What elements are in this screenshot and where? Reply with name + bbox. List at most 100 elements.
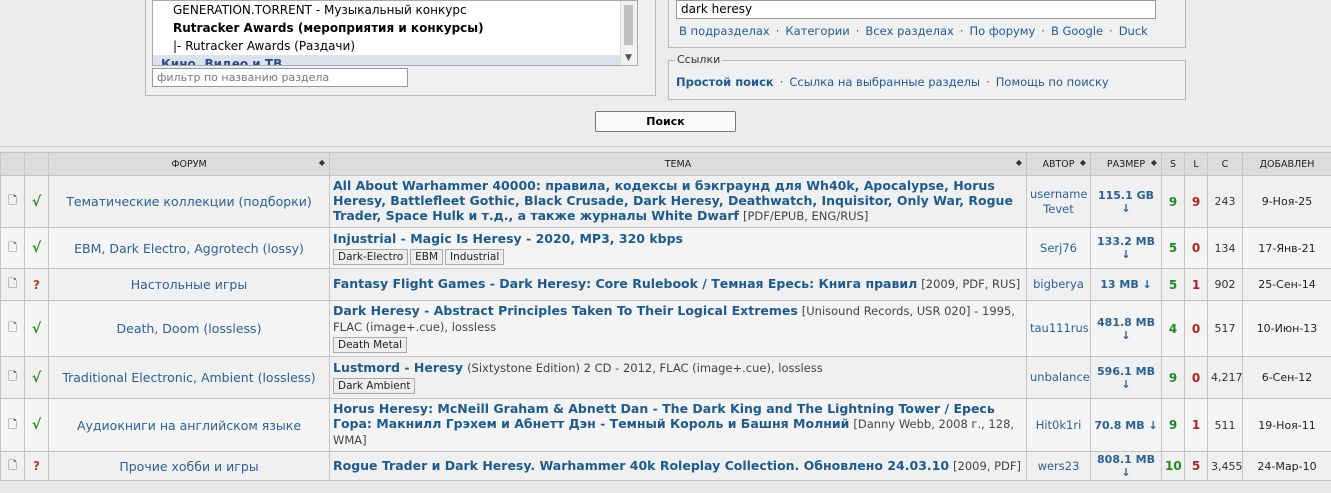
download-size-link[interactable]: 808.1 MB ↓ — [1090, 451, 1162, 481]
completed-count: 4,217 — [1207, 356, 1243, 399]
header-author[interactable]: АВТОР ◆ — [1026, 152, 1091, 176]
results-table: ФОРУМ ◆ ТЕМА ◆ АВТОР ◆ РАЗМЕР ◆ S L C ДОБАВЛ… — [0, 152, 1331, 481]
separator: · — [986, 75, 990, 89]
scroll-down-icon[interactable]: ▼ — [625, 53, 632, 63]
download-size-link[interactable]: 481.8 MB ↓ — [1090, 300, 1162, 357]
section-filter-input[interactable]: фильтр по названию раздела — [152, 68, 408, 87]
added-date: 17-Янв-21 — [1242, 227, 1331, 269]
topic-cell: Dark Heresy - Abstract Principles Taken … — [329, 300, 1027, 357]
topic-link[interactable]: Dark Heresy - Abstract Principles Taken … — [333, 303, 798, 318]
file-icon[interactable]: 🗋 — [0, 300, 25, 357]
search-panel: GENERATION.TORRENT - Музыкальный конкурс… — [0, 0, 1331, 147]
completed-count: 3,455 — [1207, 451, 1243, 481]
search-scope-link[interactable]: Категории — [785, 24, 849, 38]
topic-link[interactable]: Lustmord - Heresy — [333, 360, 463, 375]
topic-link[interactable]: Rogue Trader и Dark Heresy. Warhammer 40… — [333, 458, 949, 473]
header-completed[interactable]: C — [1207, 152, 1243, 176]
search-scope-link[interactable]: Duck — [1119, 24, 1148, 38]
seeders-count: 9 — [1161, 356, 1185, 399]
status-cell: √ — [24, 227, 49, 269]
table-row[interactable]: 🗋 √ Аудиокниги на английском языке Horus He… — [0, 398, 1331, 452]
forum-link[interactable]: Traditional Electronic, Ambient (lossles… — [48, 356, 330, 399]
topic-link[interactable]: Injustrial - Magic Is Heresy - 2020, MP3… — [333, 231, 683, 246]
scrollbar-thumb[interactable] — [624, 5, 633, 45]
header-status — [24, 152, 49, 176]
section-option[interactable]: GENERATION.TORRENT - Музыкальный конкурс — [153, 1, 637, 19]
file-icon[interactable]: 🗋 — [0, 398, 25, 452]
tag-chip[interactable]: Death Metal — [333, 337, 408, 353]
table-row[interactable]: 🗋 √ Traditional Electronic, Ambient (lossl… — [0, 356, 1331, 399]
forum-link[interactable]: Аудиокниги на английском языке — [48, 398, 330, 452]
leechers-count: 0 — [1184, 300, 1208, 357]
completed-count: 902 — [1207, 268, 1243, 301]
separator: · — [775, 24, 780, 38]
download-size-link[interactable]: 70.8 MB ↓ — [1090, 398, 1162, 452]
section-list-scrollbar[interactable]: ▼ — [620, 1, 637, 65]
forum-link[interactable]: Death, Doom (lossless) — [48, 300, 330, 357]
section-option[interactable]: |- Rutracker Awards (Раздачи) — [153, 37, 637, 55]
search-scope-link[interactable]: Всех разделах — [865, 24, 953, 38]
header-added[interactable]: ДОБАВЛЕН — [1242, 152, 1331, 176]
download-size-link[interactable]: 596.1 MB ↓ — [1090, 356, 1162, 399]
section-option[interactable]: Кино, Видео и ТВ — [153, 55, 637, 65]
topic-extra: [2009, PDF] — [953, 458, 1021, 473]
author-link[interactable]: username Tevet — [1026, 175, 1091, 228]
topic-cell: Injustrial - Magic Is Heresy - 2020, MP3… — [329, 227, 1027, 269]
tag-chip[interactable]: Industrial — [445, 248, 505, 265]
status-icon: √ — [31, 320, 42, 337]
search-scope-link[interactable]: В Google — [1051, 24, 1103, 38]
table-row[interactable]: 🗋? Прочие хобби и игры Rogue Trader и Dark… — [0, 451, 1331, 481]
added-date: 24-Мар-10 — [1242, 451, 1331, 481]
search-scope-link[interactable]: В подразделах — [679, 24, 770, 38]
author-link[interactable]: tau111rus — [1026, 300, 1091, 357]
header-size[interactable]: РАЗМЕР ◆ — [1090, 152, 1162, 176]
file-icon[interactable]: 🗋 — [0, 356, 25, 399]
status-cell: √ — [24, 300, 49, 357]
forum-link[interactable]: Прочие хобби и игры — [48, 451, 330, 481]
header-forum[interactable]: ФОРУМ ◆ — [48, 152, 330, 176]
leechers-count: 5 — [1184, 451, 1208, 481]
search-button[interactable]: Поиск — [595, 111, 736, 132]
search-input[interactable]: dark heresy — [676, 0, 1156, 19]
search-help-link[interactable]: Помощь по поиску — [996, 75, 1109, 89]
header-leechers[interactable]: L — [1184, 152, 1208, 176]
status-icon: ? — [33, 277, 40, 292]
section-option[interactable]: Rutracker Awards (мероприятия и конкурсы… — [153, 19, 637, 37]
separator: · — [779, 75, 784, 89]
file-icon[interactable]: 🗋 — [0, 268, 25, 301]
simple-search-link[interactable]: Простой поиск — [676, 75, 774, 89]
author-link[interactable]: bigberya — [1026, 268, 1091, 301]
search-scope-link[interactable]: По форуму — [969, 24, 1035, 38]
header-topic[interactable]: ТЕМА ◆ — [329, 152, 1027, 176]
tag-chip[interactable]: EBM — [410, 248, 444, 265]
completed-count: 134 — [1207, 227, 1243, 269]
forum-link[interactable]: Настольные игры — [48, 268, 330, 301]
author-link[interactable]: wers23 — [1026, 451, 1091, 481]
topic-extra: [2009, PDF, RUS] — [921, 277, 1021, 291]
tag-chip[interactable]: Dark-Electro — [333, 248, 409, 265]
header-seeders[interactable]: S — [1161, 152, 1185, 176]
section-list[interactable]: GENERATION.TORRENT - Музыкальный конкурс… — [152, 0, 638, 66]
file-icon[interactable]: 🗋 — [0, 227, 25, 269]
topic-link[interactable]: Fantasy Flight Games - Dark Heresy: Core… — [333, 276, 917, 291]
selected-sections-link[interactable]: Ссылка на выбранные разделы — [789, 75, 980, 89]
table-row[interactable]: 🗋? Настольные игры Fantasy Flight Games - … — [0, 268, 1331, 301]
tag-chip[interactable]: Dark Ambient — [333, 378, 416, 394]
author-link[interactable]: unbalance — [1026, 356, 1091, 399]
table-row[interactable]: 🗋 √ Death, Doom (lossless) Dark Heresy - Ab… — [0, 300, 1331, 357]
file-icon[interactable]: 🗋 — [0, 175, 25, 228]
added-date: 10-Июн-13 — [1242, 300, 1331, 357]
table-row[interactable]: 🗋 √ EBM, Dark Electro, Aggrotech (lossy) In… — [0, 227, 1331, 269]
table-row[interactable]: 🗋 √ Тематические коллекции (подборки) All A… — [0, 175, 1331, 228]
forum-link[interactable]: Тематические коллекции (подборки) — [48, 175, 330, 228]
topic-link[interactable]: All About Warhammer 40000: правила, коде… — [333, 178, 1013, 223]
download-size-link[interactable]: 133.2 MB ↓ — [1090, 227, 1162, 269]
author-link[interactable]: Hit0k1ri — [1026, 398, 1091, 452]
status-cell: ? — [24, 451, 49, 481]
download-size-link[interactable]: 13 MB ↓ — [1090, 268, 1162, 301]
file-icon[interactable]: 🗋 — [0, 451, 25, 481]
status-icon: √ — [31, 240, 42, 256]
author-link[interactable]: Serj76 — [1026, 227, 1091, 269]
forum-link[interactable]: EBM, Dark Electro, Aggrotech (lossy) — [48, 227, 330, 269]
download-size-link[interactable]: 115.1 GB ↓ — [1090, 175, 1162, 228]
